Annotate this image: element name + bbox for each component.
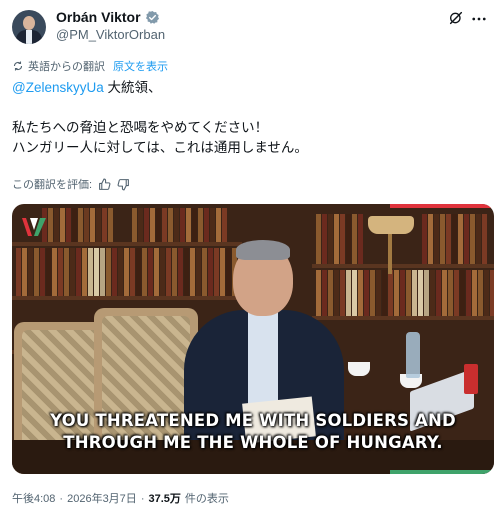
tweet-header: Orbán Viktor @PM_ViktorOrban [12,8,488,44]
show-original-link[interactable]: 原文を表示 [113,58,168,74]
lamp [368,216,414,234]
flag-stripe-green [390,470,494,474]
tweet-line-1: 大統領、 [103,80,162,95]
bookshelf [312,316,494,320]
translation-label: 英語からの翻訳 [28,61,105,73]
books [42,208,113,242]
view-count: 37.5万 [148,493,181,505]
soda-can [464,364,478,394]
thumbs-down-icon[interactable] [117,178,130,191]
tweet-meta: 午後4:08 · 2026年3月7日 · 37.5万 件の表示 [12,490,229,506]
translation-notice: 英語からの翻訳 原文を表示 [12,58,168,74]
rate-label: この翻訳を評価: [12,179,93,191]
tweet-line-3: ハンガリー人に対しては、これは通用しません。 [12,140,308,155]
author-handle[interactable]: @PM_ViktorOrban [56,27,165,42]
separator-dot: · [59,493,64,505]
rate-translation: この翻訳を評価: [12,176,130,192]
mention-link[interactable]: @ZelenskyyUa [12,80,104,95]
books [132,208,227,242]
tweet-line-2: 私たちへの脅迫と恐喝をやめてください！ [12,120,269,135]
teacup [348,362,370,376]
translate-icon [13,61,23,71]
books [316,214,363,264]
speaker-hair [236,240,290,260]
books [316,270,494,316]
thumbs-up-icon[interactable] [98,178,111,191]
books [422,214,487,264]
author-name-row: Orbán Viktor [56,9,160,25]
avatar[interactable] [12,10,46,44]
lamp-stand [388,234,392,274]
post-time[interactable]: 午後4:08 [12,490,55,506]
video-media[interactable]: YOU THREATENED ME WITH SOLDIERS AND THRO… [12,204,494,474]
view-count-label: 件の表示 [184,493,229,505]
water-bottle [406,332,420,378]
bookshelf [312,264,494,268]
flag-stripe-red [390,204,494,208]
tweet-text: @ZelenskyyUa 大統領、 私たちへの脅迫と恐喝をやめてください！ ハン… [12,78,488,158]
books [16,248,237,296]
verified-badge-icon [145,10,159,24]
author-name[interactable]: Orbán Viktor [56,9,141,25]
bookshelf [12,296,242,300]
caption-line-2: THROUGH ME THE WHOLE OF HUNGARY. [63,433,443,452]
caption-line-1: YOU THREATENED ME WITH SOLDIERS AND [50,411,456,430]
grok-icon[interactable] [448,10,464,26]
bookshelf [12,242,242,246]
channel-logo-icon [22,218,46,236]
separator-dot: · [140,493,145,505]
video-caption: YOU THREATENED ME WITH SOLDIERS AND THRO… [12,410,494,454]
post-date[interactable]: 2026年3月7日 [67,490,137,506]
more-icon[interactable] [470,10,488,28]
